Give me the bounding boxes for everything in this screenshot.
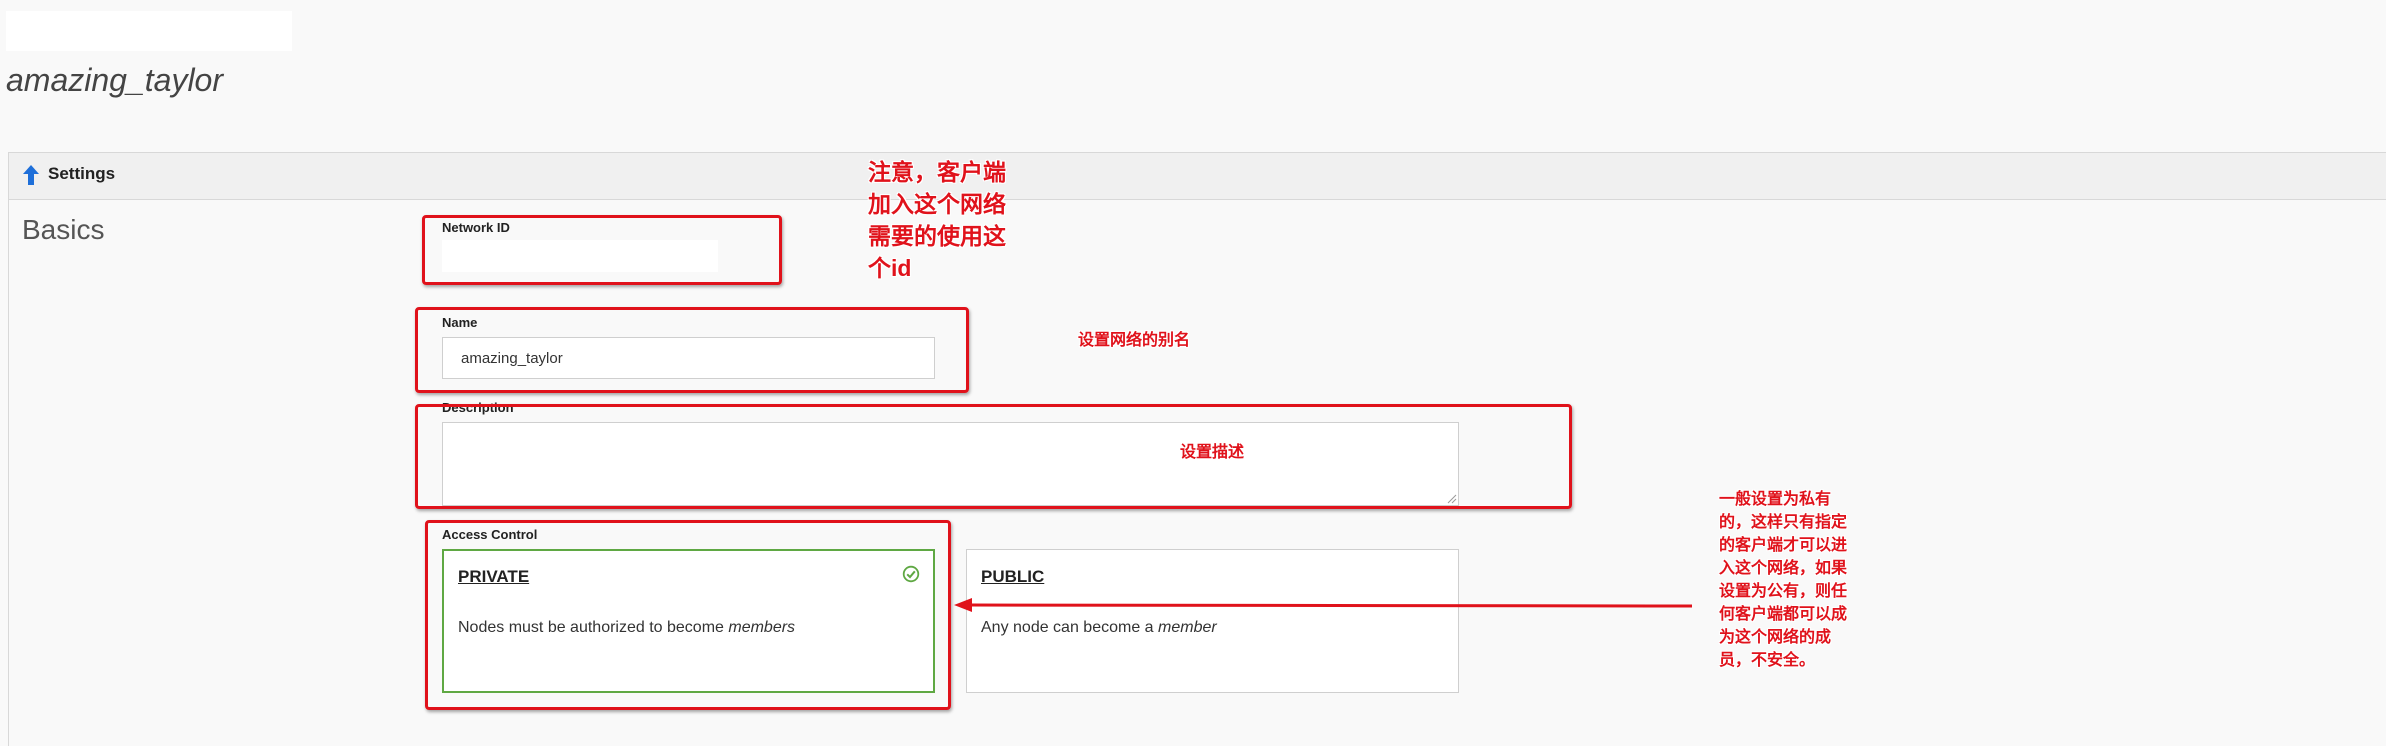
annotation-box-description <box>415 404 1572 509</box>
page-title: amazing_taylor <box>6 62 223 98</box>
annotation-box-access-control <box>425 520 951 710</box>
annotation-arrow-icon <box>954 598 1693 612</box>
annotation-name-note: 设置网络的别名 <box>1078 332 1191 349</box>
arrow-up-icon[interactable] <box>22 164 40 186</box>
annotation-box-network-id <box>422 215 782 285</box>
annotation-box-name <box>415 307 969 393</box>
basics-section-title: Basics <box>22 214 105 245</box>
annotation-network-id-note: 注意，客户端加入这个网络需要的使用这个id <box>868 159 1006 281</box>
public-card-title[interactable]: PUBLIC <box>981 567 1044 587</box>
top-blank-bar <box>6 11 292 51</box>
public-desc-text: Any node can become a <box>981 619 1159 636</box>
public-card-description: Any node can become a member <box>981 619 1217 637</box>
public-desc-emphasis: member <box>1158 619 1217 636</box>
annotation-access-note: 一般设置为私有的，这样只有指定的客户端才可以进入这个网络，如果设置为公有，则任何… <box>1719 491 1848 669</box>
annotation-description-note: 设置描述 <box>1180 444 1245 461</box>
settings-panel-header[interactable] <box>8 152 2386 200</box>
settings-header-title[interactable]: Settings <box>48 164 115 184</box>
